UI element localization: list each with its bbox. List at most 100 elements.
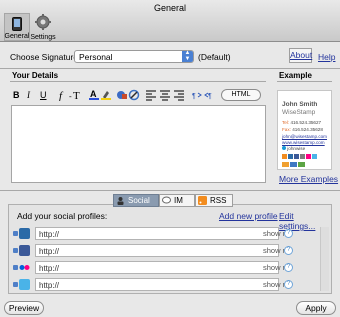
profile-url-input[interactable]: http:// [35,227,279,240]
more-examples-link[interactable]: More Examples [279,174,338,184]
phone-icon [12,17,22,31]
svg-text:T: T [73,90,80,101]
tab-settings-label: Settings [30,34,56,41]
apply-button[interactable]: Apply [296,301,336,315]
rtl-direction-icon[interactable]: ¶ [204,89,214,101]
align-center-icon[interactable] [160,89,170,101]
badge-green-icon [298,162,305,167]
facebook-icon [19,245,30,256]
example-heading: Example [279,71,312,80]
highlight-icon[interactable] [100,89,112,101]
person-icon [117,197,124,205]
example-email: john@wisestamp.com [282,134,328,139]
example-preview: John Smith WiseStamp Tel: 416.524.35627 … [277,90,332,170]
example-badges [282,160,306,167]
svg-text:¶: ¶ [192,93,196,100]
underline-button[interactable]: U [40,89,47,101]
example-fax-value: 416.524.35628 [292,127,323,132]
profile-url-input[interactable]: http:// [35,261,279,274]
font-size-icon[interactable]: - T [69,89,83,101]
add-new-profile-link[interactable]: Add new profile [219,211,278,221]
tab-im[interactable]: IM [159,194,195,207]
ltr-direction-icon[interactable]: ¶ [192,89,202,101]
signature-select-value: Personal [79,52,113,62]
example-tel: Tel: 416.524.35627 [282,120,321,125]
example-site: www.wisestamp.com [282,140,325,145]
chevron-down-icon[interactable] [13,282,18,287]
align-right-icon[interactable] [174,89,184,101]
svg-text:A: A [90,89,97,99]
separator [0,68,340,69]
insert-image-icon[interactable] [116,89,128,101]
badge-blue-icon [290,162,297,167]
rss-icon [198,196,207,205]
delicious-icon [300,154,305,159]
profile-url-input[interactable]: http:// [35,244,279,257]
about-button[interactable]: About [289,48,312,63]
chevron-down-icon[interactable] [13,265,18,270]
signature-select[interactable]: Personal ▲ ▼ [74,50,194,63]
twitter-icon [312,154,317,159]
tab-im-label: IM [174,196,183,205]
flickr-icon [19,262,30,273]
tab-rss-label: RSS [210,196,227,205]
format-toolbar: B I U f - T A ¶ ¶ HTML [10,88,270,102]
signature-row: Choose Signature Personal ▲ ▼ (Default) A… [10,48,335,64]
chevron-updown-icon: ▲ ▼ [182,50,193,62]
example-fax: Fax: 416.524.35628 [282,127,323,132]
social-panel: Add your social profiles: Add new profil… [8,204,332,294]
preview-button[interactable]: Preview [4,301,44,315]
facebook-icon [294,154,299,159]
example-skype-value: johnwise [287,146,306,151]
chevron-down-icon[interactable] [13,248,18,253]
badge-orange-icon [282,162,289,167]
rss-icon [282,154,287,159]
details-divider [10,81,266,82]
help-icon[interactable]: ? [284,229,293,238]
your-details-heading: Your Details [12,71,59,80]
example-fax-key: Fax: [282,127,291,132]
example-social-icons [282,152,318,159]
flickr-icon [306,154,311,159]
profile-row: http:// show m ? [13,227,323,241]
signature-editor[interactable] [11,105,266,183]
chevron-down-icon[interactable] [13,231,18,236]
social-heading: Add your social profiles: [17,211,108,221]
profile-row: http:// show m ? [13,278,323,292]
profile-url-input[interactable]: http:// [35,278,279,291]
svg-text:f: f [59,90,64,101]
tab-bar: Social IM RSS [113,194,233,207]
example-tel-key: Tel: [282,120,290,125]
help-icon[interactable]: ? [284,263,293,272]
tab-settings[interactable]: Settings [30,13,56,41]
text-color-icon[interactable]: A [88,89,100,101]
insert-link-icon[interactable] [128,89,140,101]
svg-text:-: - [69,92,72,101]
example-tel-value: 416.524.35627 [290,120,322,125]
bold-button[interactable]: B [13,89,20,101]
skype-icon [282,146,286,150]
help-icon[interactable]: ? [284,280,293,289]
window-title: General [153,3,187,13]
linkedin-icon [19,228,30,239]
profile-row: http:// show m ? [13,261,323,275]
italic-button[interactable]: I [27,89,30,101]
tab-social-label: Social [128,196,150,205]
profile-row: http:// show m ? [13,244,323,258]
gear-icon [35,14,51,30]
default-label: (Default) [198,52,231,62]
tab-social[interactable]: Social [113,194,159,207]
tab-rss[interactable]: RSS [195,194,233,207]
html-button[interactable]: HTML [221,89,261,101]
scrollbar[interactable] [320,227,329,291]
example-divider [277,81,332,82]
chat-bubble-icon [162,196,171,204]
align-left-icon[interactable] [146,89,156,101]
svg-text:¶: ¶ [208,93,212,100]
help-link[interactable]: Help [318,52,335,62]
example-name: John Smith [282,101,318,108]
choose-signature-label: Choose Signature [10,52,79,62]
separator [0,190,340,191]
example-skype: johnwise [282,146,305,151]
help-icon[interactable]: ? [284,246,293,255]
